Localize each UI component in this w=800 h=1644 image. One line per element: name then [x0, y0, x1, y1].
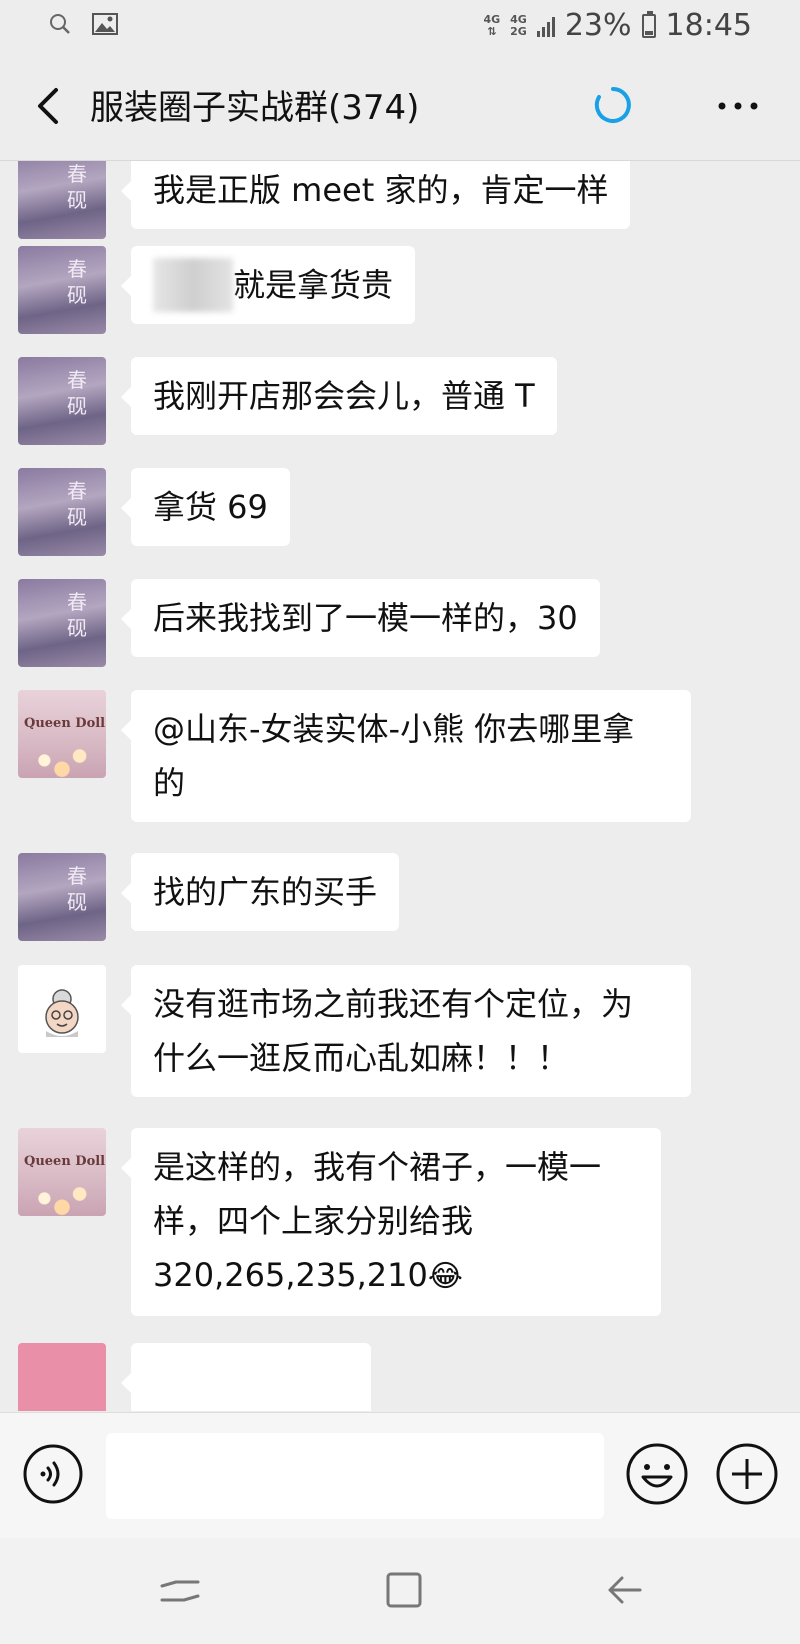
avatar[interactable]: 春 砚	[18, 357, 106, 445]
message-bubble[interactable]: 找的广东的买手	[120, 853, 400, 931]
avatar[interactable]: 春 砚	[18, 853, 106, 941]
more-options-icon[interactable]	[712, 82, 764, 130]
plus-icon[interactable]	[714, 1441, 780, 1507]
message-bubble[interactable]: 后来我找到了一模一样的，30	[121, 579, 600, 657]
blurred-text	[153, 258, 233, 312]
status-bar: 4G ⇅ 4G 2G 23% 18:45	[0, 0, 800, 52]
laughing-crying-emoji-icon: 😂	[427, 1259, 463, 1294]
network-indicator-1: 4G ⇅	[483, 12, 501, 38]
message-bubble[interactable]: 我是正版 meet 家的，肯定一样	[120, 161, 631, 229]
gallery-icon	[92, 13, 118, 35]
chat-header: 服装圈子实战群(374)	[0, 52, 800, 161]
back-arrow-icon[interactable]	[28, 82, 72, 130]
message-bubble[interactable]: 我刚开店那会会儿，普通 T	[121, 357, 557, 435]
signal-icon	[536, 15, 555, 37]
battery-icon	[641, 10, 656, 38]
avatar[interactable]: 春 砚	[18, 161, 106, 239]
image-message[interactable]	[121, 1343, 371, 1411]
message-input[interactable]	[106, 1433, 604, 1519]
avatar[interactable]	[18, 965, 106, 1053]
message-bubble[interactable]: 没有逛市场之前我还有个定位，为 什么一逛反而心乱如麻！！！	[121, 965, 691, 1097]
battery-percent: 23%	[564, 8, 632, 43]
recent-apps-icon[interactable]	[158, 1568, 202, 1612]
search-icon	[50, 14, 70, 34]
voice-input-icon[interactable]	[22, 1443, 84, 1505]
message-bubble[interactable]: 拿货 69	[121, 468, 290, 546]
avatar[interactable]: 春 砚	[18, 246, 106, 334]
status-right-icons: 4G ⇅ 4G 2G 23% 18:45	[483, 8, 752, 43]
clock: 18:45	[665, 8, 752, 43]
avatar[interactable]: 春 砚	[18, 579, 106, 667]
loading-spinner-icon	[594, 87, 631, 123]
message-bubble[interactable]: 就是拿货贵	[120, 246, 416, 324]
avatar[interactable]: 春 砚	[18, 468, 106, 556]
avatar[interactable]: Queen Doll	[18, 690, 106, 778]
avatar[interactable]: Queen Doll	[18, 1128, 106, 1216]
input-bar	[0, 1412, 800, 1539]
message-bubble[interactable]: 是这样的，我有个裙子，一模一 样，四个上家分别给我 320,265,235,21…	[121, 1128, 661, 1316]
chat-title: 服装圈子实战群(374)	[90, 88, 420, 128]
nav-back-icon[interactable]	[604, 1568, 648, 1612]
message-list[interactable]: 春 砚 我是正版 meet 家的，肯定一样 春 砚 就是拿货贵 春 砚 我刚开店…	[0, 161, 800, 1411]
network-indicator-2: 4G 2G	[510, 12, 527, 38]
emoji-icon[interactable]	[624, 1441, 690, 1507]
status-left-icons	[48, 12, 118, 36]
system-nav-bar	[0, 1538, 800, 1644]
avatar[interactable]	[18, 1343, 106, 1411]
home-icon[interactable]	[382, 1568, 426, 1612]
message-bubble[interactable]: @山东-女装实体-小熊 你去哪里拿的	[121, 690, 691, 822]
grandma-avatar-icon	[45, 989, 79, 1037]
